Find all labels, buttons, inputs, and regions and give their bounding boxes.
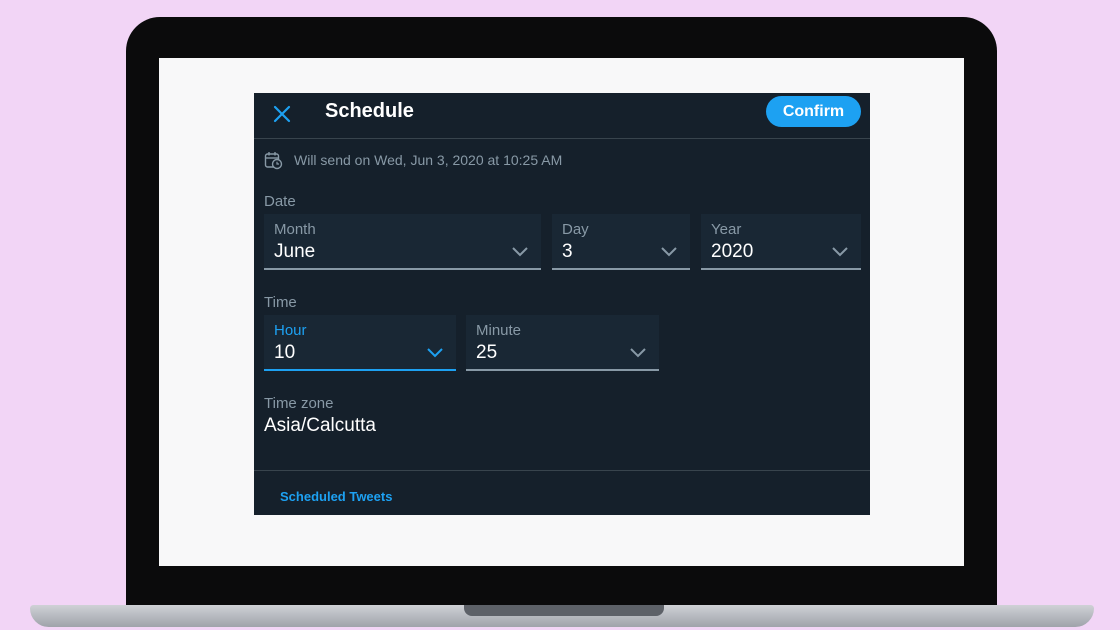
chevron-down-icon [630,348,646,358]
footer-divider [254,470,870,471]
send-info-text: Will send on Wed, Jun 3, 2020 at 10:25 A… [294,152,563,168]
chevron-down-icon [512,247,528,257]
minute-select[interactable]: Minute 25 [466,315,659,371]
month-value: June [274,241,316,262]
timezone-value: Asia/Calcutta [264,415,376,436]
year-label: Year [711,221,742,238]
minute-value: 25 [476,342,498,363]
send-info: Will send on Wed, Jun 3, 2020 at 10:25 A… [264,150,562,170]
close-button[interactable] [268,100,296,128]
chevron-down-icon [832,247,848,257]
calendar-clock-icon [264,151,283,170]
day-select[interactable]: Day 3 [552,214,690,270]
year-value: 2020 [711,241,754,262]
schedule-dialog: Schedule Confirm Will send on Wed, Jun 3… [254,93,870,515]
chevron-down-icon [661,247,677,257]
scheduled-tweets-link[interactable]: Scheduled Tweets [280,489,392,504]
hour-value: 10 [274,342,296,363]
day-label: Day [562,221,589,238]
date-section-label: Date [264,193,296,210]
dialog-title: Schedule [325,100,414,122]
timezone-label: Time zone [264,395,334,412]
chevron-down-icon [427,348,443,358]
month-select[interactable]: Month June [264,214,541,270]
month-label: Month [274,221,316,238]
confirm-button[interactable]: Confirm [766,96,861,127]
day-value: 3 [562,241,573,262]
laptop-notch [464,605,664,616]
hour-label: Hour [274,322,307,339]
year-select[interactable]: Year 2020 [701,214,861,270]
hour-select[interactable]: Hour 10 [264,315,456,371]
dialog-header: Schedule Confirm [254,93,870,139]
minute-label: Minute [476,322,522,339]
close-icon [273,105,291,123]
time-section-label: Time [264,294,297,311]
